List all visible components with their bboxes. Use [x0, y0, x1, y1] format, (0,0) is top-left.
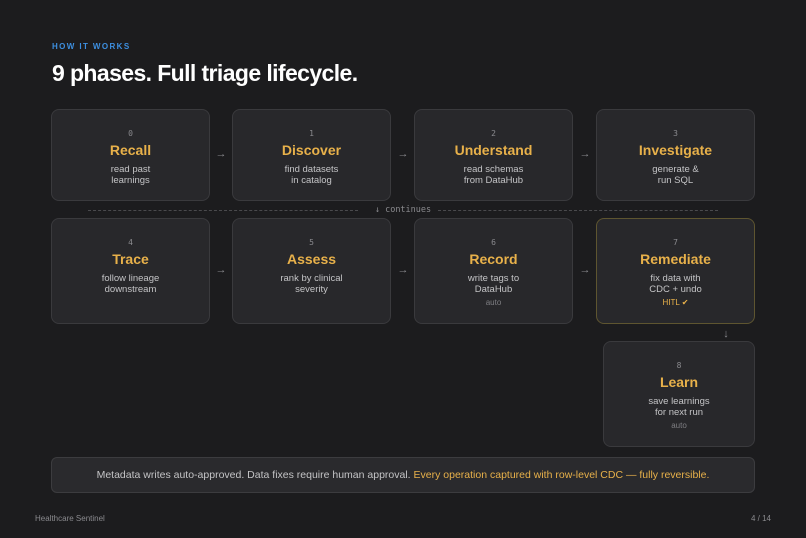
phase-description: read schemas from DataHub: [463, 164, 524, 186]
slide-title: 9 phases. Full triage lifecycle.: [52, 60, 358, 86]
phase-card-understand: 2 Understand read schemas from DataHub: [414, 109, 573, 201]
approval-notice: Metadata writes auto-approved. Data fixe…: [51, 457, 755, 493]
phase-card-investigate: 3 Investigate generate & run SQL: [596, 109, 755, 201]
notice-accent-text: Every operation captured with row-level …: [413, 469, 710, 481]
arrow-right-icon: →: [579, 264, 591, 276]
continues-divider: ↓ continues: [88, 204, 718, 216]
phase-card-learn: 8 Learn save learnings for next run auto: [603, 341, 755, 447]
slide: HOW IT WORKS 9 phases. Full triage lifec…: [0, 0, 806, 538]
phase-name: Remediate: [640, 251, 711, 267]
phase-description: generate & run SQL: [652, 164, 699, 186]
phase-name: Understand: [454, 142, 533, 158]
phase-number: 5: [309, 238, 314, 247]
phase-card-trace: 4 Trace follow lineage downstream: [51, 218, 210, 324]
phase-description: follow lineage downstream: [101, 273, 160, 295]
notice-text: Metadata writes auto-approved. Data fixe…: [96, 469, 411, 481]
auto-badge: auto: [671, 421, 687, 430]
phase-card-record: 6 Record write tags to DataHub auto: [414, 218, 573, 324]
phase-number: 6: [491, 238, 496, 247]
page-number: 4 / 14: [750, 514, 771, 523]
auto-badge: auto: [485, 298, 502, 307]
continues-label: ↓ continues: [88, 204, 718, 216]
phase-description: read past learnings: [110, 164, 151, 186]
phase-number: 0: [128, 129, 133, 138]
phase-description: rank by clinical severity: [280, 273, 343, 295]
arrow-right-icon: →: [579, 148, 591, 160]
phase-number: 3: [673, 129, 678, 138]
phase-name: Investigate: [638, 142, 713, 158]
phase-card-assess: 5 Assess rank by clinical severity: [232, 218, 391, 324]
phase-description: save learnings for next run: [648, 396, 710, 418]
phase-name: Learn: [659, 374, 699, 390]
arrow-right-icon: →: [397, 148, 409, 160]
phase-number: 1: [309, 129, 314, 138]
phase-name: Record: [469, 251, 518, 267]
phase-description: find datasets in catalog: [284, 164, 339, 186]
phase-card-remediate: 7 Remediate fix data with CDC + undo HIT…: [596, 218, 755, 324]
phase-number: 4: [128, 238, 133, 247]
phase-name: Discover: [281, 142, 342, 158]
phase-description: fix data with CDC + undo: [649, 273, 702, 295]
section-eyebrow: HOW IT WORKS: [52, 42, 131, 51]
phase-description: write tags to DataHub: [467, 273, 520, 295]
arrow-down-icon: ↓: [723, 328, 729, 340]
phase-card-recall: 0 Recall read past learnings: [51, 109, 210, 201]
arrow-right-icon: →: [215, 264, 227, 276]
footer-brand: Healthcare Sentinel: [35, 514, 105, 523]
arrow-right-icon: →: [397, 264, 409, 276]
phase-name: Assess: [286, 251, 337, 267]
phase-name: Recall: [109, 142, 152, 158]
phase-number: 7: [673, 238, 678, 247]
phase-card-discover: 1 Discover find datasets in catalog: [232, 109, 391, 201]
phase-number: 8: [676, 361, 682, 370]
phase-number: 2: [491, 129, 496, 138]
continues-text: ↓ continues: [370, 205, 436, 215]
hitl-badge: HITL ✔: [662, 298, 689, 307]
arrow-right-icon: →: [215, 148, 227, 160]
phase-name: Trace: [112, 251, 149, 267]
